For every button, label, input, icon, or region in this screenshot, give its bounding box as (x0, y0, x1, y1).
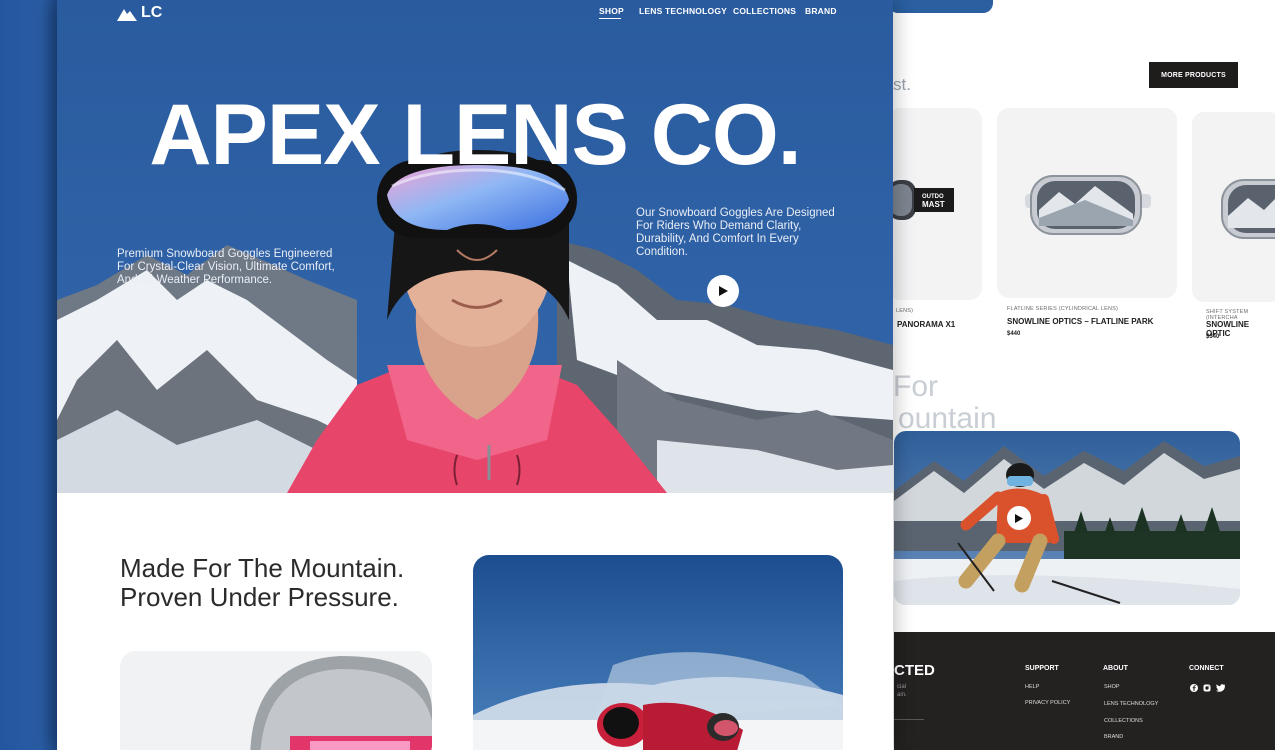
section-title-line2: Proven Under Pressure. (120, 582, 399, 612)
more-products-button[interactable]: MORE PRODUCTS (1149, 62, 1238, 88)
site-footer: CTED cial ain. SUPPORT HELP PRIVACY POLI… (894, 632, 1275, 750)
footer-link-brand[interactable]: BRAND (1104, 734, 1123, 740)
footer-link-shop[interactable]: SHOP (1104, 684, 1120, 690)
footer-link-help[interactable]: HELP (1025, 684, 1039, 690)
side-blue-panel (0, 0, 60, 750)
play-icon (718, 286, 728, 296)
video-play-button[interactable] (1007, 506, 1031, 530)
section-title-line1: Made For The Mountain. (120, 553, 405, 583)
foreground-page: LC SHOP LENS TECHNOLOGY COLLECTIONS BRAN… (57, 0, 893, 750)
footer-brand: CTED (894, 662, 935, 679)
footer-about-heading: ABOUT (1103, 665, 1128, 672)
products-heading-fragment: st. (893, 75, 911, 94)
nav-collections[interactable]: COLLECTIONS (733, 6, 796, 16)
logo-mountain-icon[interactable] (117, 7, 137, 21)
skier-video-image (894, 431, 1240, 605)
footer-support-heading: SUPPORT (1025, 665, 1059, 672)
footer-link-lens-technology[interactable]: LENS TECHNOLOGY (1104, 701, 1158, 707)
mountain-heading-line1: For (893, 370, 938, 403)
section-title: Made For The Mountain. Proven Under Pres… (120, 554, 404, 612)
product-price: $340 (1206, 334, 1220, 340)
product-name[interactable]: SNOWLINE OPTICS – FLATLINE PARK (1007, 317, 1153, 326)
footer-link-privacy[interactable]: PRIVACY POLICY (1025, 700, 1070, 706)
hero-right-text: Our Snowboard Goggles Are Designed For R… (636, 207, 835, 258)
footer-link-collections[interactable]: COLLECTIONS (1104, 718, 1143, 724)
goggle-image (1025, 175, 1151, 235)
top-strip-image (888, 0, 993, 13)
footer-divider (894, 719, 924, 720)
snowboarder-image (473, 555, 843, 750)
hero-title: APEX LENS CO. (149, 87, 801, 183)
snowboarder-photo (473, 555, 843, 750)
footer-connect-heading: CONNECT (1189, 665, 1224, 672)
product-series: LENS) (896, 308, 914, 314)
logo-text[interactable]: LC (141, 4, 162, 22)
hero-section: LC SHOP LENS TECHNOLOGY COLLECTIONS BRAN… (57, 0, 893, 493)
hero-play-button[interactable] (707, 275, 739, 307)
nav-lens-technology[interactable]: LENS TECHNOLOGY (639, 6, 727, 16)
skier-video[interactable] (894, 431, 1240, 605)
nav-shop[interactable]: SHOP (599, 6, 624, 16)
twitter-icon[interactable] (1216, 684, 1225, 692)
product-card[interactable] (1192, 112, 1275, 302)
goggle-image: OUTDO MAST (888, 180, 954, 220)
product-card[interactable] (997, 108, 1177, 298)
helmet-image (120, 651, 432, 750)
facebook-icon[interactable] (1190, 684, 1198, 692)
nav-active-underline (599, 18, 621, 19)
footer-tagline: cial (897, 684, 907, 690)
goggle-image (1221, 179, 1275, 239)
product-card[interactable]: OUTDO MAST (888, 108, 982, 300)
product-price: $440 (1007, 331, 1021, 337)
play-icon (1015, 513, 1023, 523)
helmet-photo (120, 651, 432, 750)
footer-tagline: ain. (897, 692, 907, 698)
product-series: FLATLINE SERIES (CYLINDRICAL LENS) (1007, 306, 1119, 312)
svg-text:MAST: MAST (922, 200, 945, 209)
nav-brand[interactable]: BRAND (805, 6, 837, 16)
product-name[interactable]: PANORAMA X1 (897, 320, 955, 329)
instagram-icon[interactable] (1203, 684, 1211, 692)
hero-left-text: Premium Snowboard Goggles Engineered For… (117, 248, 335, 286)
